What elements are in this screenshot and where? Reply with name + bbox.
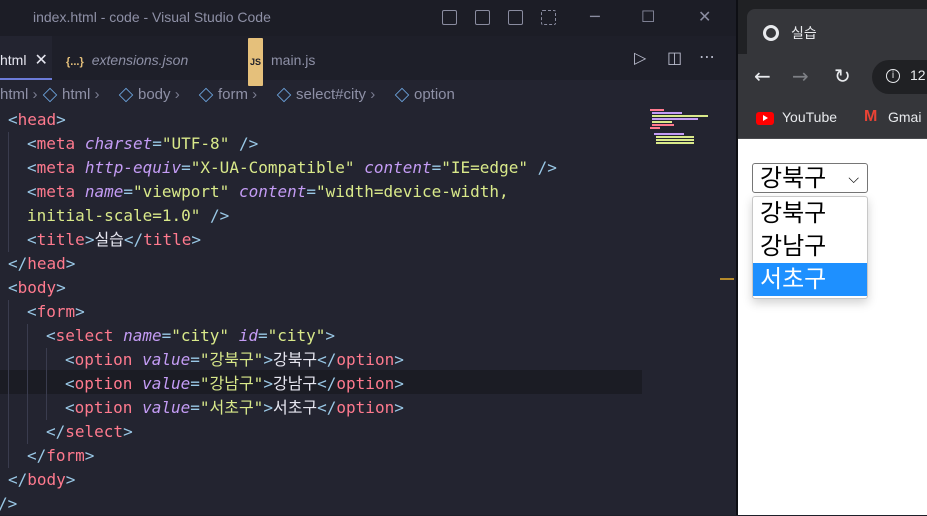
breadcrumb-item[interactable]: form › [198, 86, 257, 103]
bookmark-youtube[interactable]: YouTube [756, 109, 837, 125]
close-window-icon[interactable]: ✕ [698, 7, 711, 26]
breadcrumb-item[interactable]: html › [0, 86, 38, 103]
indent-guide [8, 300, 9, 468]
code-line: <option value="강북구">강북구</option> [65, 350, 404, 369]
bookmark-gmail[interactable]: Gmai [864, 108, 921, 126]
option-gangbuk[interactable]: 강북구 [753, 197, 867, 230]
option-gangnam[interactable]: 강남구 [753, 230, 867, 263]
forward-icon[interactable]: → [792, 64, 809, 88]
js-file-icon: JS [248, 38, 264, 86]
code-line: <title>실습</title> [27, 230, 201, 249]
code-line: </body> [8, 470, 76, 489]
indent-guide [8, 132, 9, 252]
code-line: <meta name="viewport" content="width=dev… [27, 182, 509, 201]
code-line: <head> [8, 110, 66, 129]
info-icon[interactable]: i [886, 69, 900, 83]
element-icon [394, 87, 410, 103]
tab-label: main.js [271, 52, 316, 68]
vscode-window: index.html - code - Visual Studio Code ─… [0, 0, 736, 515]
toggle-primary-sidebar-icon[interactable] [442, 10, 457, 25]
maximize-icon[interactable]: ☐ [641, 7, 655, 26]
tab-label: extensions.json [91, 52, 189, 68]
element-icon [118, 87, 134, 103]
code-line: </select> [46, 422, 133, 441]
code-line: <meta http-equiv="X-UA-Compatible" conte… [27, 158, 557, 177]
code-line: <option value="서초구">서초구</option> [65, 398, 404, 417]
split-editor-icon[interactable]: ◫ [667, 48, 682, 67]
run-icon[interactable]: ▷ [634, 48, 646, 67]
address-bar[interactable]: i 12 [872, 60, 927, 94]
browser-tab-strip: 실습 [738, 0, 927, 54]
browser-toolbar: ← → ↻ i 12 [738, 54, 927, 100]
globe-icon [763, 25, 779, 41]
reload-icon[interactable]: ↻ [834, 64, 851, 88]
option-seocho[interactable]: 서초구 [753, 263, 867, 296]
breadcrumb-item[interactable]: option [394, 86, 455, 103]
code-line: <meta charset="UTF-8" /> [27, 134, 259, 153]
page-content: 강북구 ⌵ 강북구 강남구 서초구 [738, 139, 927, 515]
json-file-icon: {...} [66, 56, 84, 68]
chevron-down-icon: ⌵ [848, 171, 859, 187]
tab-label: html [0, 52, 27, 68]
code-line: </head> [8, 254, 76, 273]
toggle-panel-icon[interactable] [475, 10, 490, 25]
minimize-icon[interactable]: ─ [590, 7, 600, 26]
window-title: index.html - code - Visual Studio Code [33, 9, 271, 25]
youtube-icon [756, 111, 774, 125]
tab-index-html[interactable]: html ✕ [0, 36, 52, 80]
back-icon[interactable]: ← [754, 64, 771, 88]
element-icon [276, 87, 292, 103]
breadcrumb-item[interactable]: html › [42, 86, 100, 103]
code-line: <body> [8, 278, 66, 297]
customize-layout-icon[interactable] [541, 10, 556, 25]
close-tab-icon[interactable]: ✕ [34, 52, 47, 69]
tab-extensions-json[interactable]: {...} extensions.json [66, 36, 188, 80]
indent-guide [46, 348, 47, 420]
code-line: /> [0, 494, 18, 513]
minimap[interactable] [648, 108, 708, 148]
element-icon [42, 87, 58, 103]
scrollbar-marker [720, 278, 734, 280]
code-line: <select name="city" id="city"> [46, 326, 336, 345]
code-editor[interactable]: <head> <meta charset="UTF-8" /> <meta ht… [0, 108, 736, 515]
editor-tab-bar: html ✕ {...} extensions.json JS main.js [0, 36, 736, 86]
code-line: initial-scale=1.0" /> [27, 206, 230, 225]
url-text: 12 [910, 67, 926, 83]
breadcrumb-item[interactable]: select#city › [276, 86, 375, 103]
more-actions-icon[interactable]: ⋯ [699, 47, 715, 66]
city-select[interactable]: 강북구 ⌵ [752, 163, 868, 193]
breadcrumb: html › html › body › form › select#city … [0, 84, 736, 106]
gmail-icon [864, 108, 880, 126]
indent-guide [27, 324, 28, 444]
toggle-secondary-sidebar-icon[interactable] [508, 10, 523, 25]
breadcrumb-item[interactable]: body › [118, 86, 180, 103]
select-value: 강북구 [760, 164, 827, 192]
code-line: <option value="강남구">강남구</option> [65, 374, 404, 393]
element-icon [198, 87, 214, 103]
bookmarks-bar: YouTube Gmai [738, 100, 927, 139]
browser-window: 실습 ← → ↻ i 12 YouTube Gmai 강북구 ⌵ 강북구 강남구… [738, 0, 927, 515]
tab-main-js[interactable]: JS main.js [248, 36, 316, 86]
code-line: </form> [27, 446, 95, 465]
code-line: <form> [27, 302, 85, 321]
browser-tab-title: 실습 [791, 26, 817, 42]
select-dropdown: 강북구 강남구 서초구 [752, 196, 868, 299]
title-bar: index.html - code - Visual Studio Code ─… [0, 0, 736, 36]
browser-tab[interactable]: 실습 [747, 9, 927, 54]
